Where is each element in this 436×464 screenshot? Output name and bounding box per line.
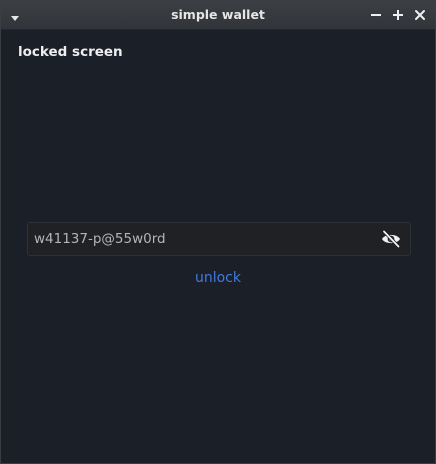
password-input[interactable] [34, 223, 364, 255]
app-window: simple wallet locked screen w41137-p@55w… [0, 0, 436, 464]
minimize-icon [371, 14, 381, 16]
titlebar[interactable]: simple wallet [1, 1, 435, 30]
triangle-down-icon [11, 16, 19, 21]
unlock-link-row: unlock [1, 270, 435, 286]
toggle-visibility-button[interactable] [380, 229, 402, 249]
eye-slash-icon [382, 229, 401, 249]
minimize-button[interactable] [369, 8, 383, 22]
window-controls [369, 1, 427, 29]
maximize-icon [393, 10, 403, 20]
maximize-button[interactable] [391, 8, 405, 22]
window-menu-button[interactable] [8, 9, 22, 21]
close-button[interactable] [413, 8, 427, 22]
close-icon [415, 10, 425, 20]
password-field [27, 222, 411, 256]
page-title: locked screen [18, 44, 123, 60]
unlock-button[interactable]: unlock [195, 270, 241, 286]
